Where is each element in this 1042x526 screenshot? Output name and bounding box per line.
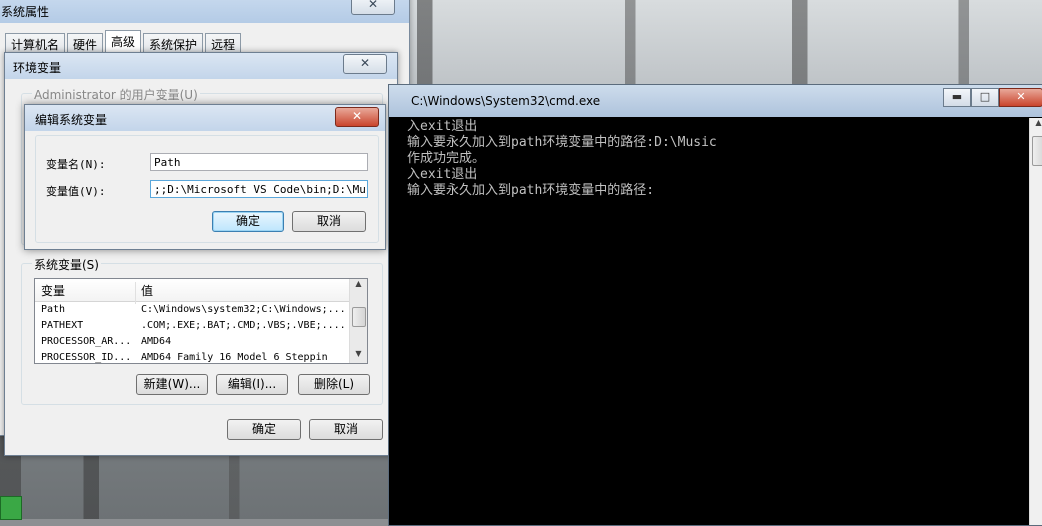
titlebar: 环境变量 ✕ — [5, 53, 397, 79]
titlebar: C:\Windows\System32\cmd.exe ▬ □ ✕ — [389, 85, 1042, 117]
desktop-shortcut-icon[interactable] — [0, 496, 22, 520]
system-variables-list[interactable]: 变量 值 Path C:\Windows\system32;C:\Windows… — [34, 278, 368, 364]
ok-button[interactable]: 确定 — [227, 419, 301, 440]
ok-button[interactable]: 确定 — [212, 211, 284, 232]
close-icon: ✕ — [367, 0, 379, 11]
edit-panel: 变量名(N): Path 变量值(V): ;;D:\Microsoft VS C… — [35, 135, 379, 243]
console-line: 输入要永久加入到path环境变量中的路径:D:\Music — [407, 135, 717, 150]
edit-button[interactable]: 编辑(I)... — [216, 374, 288, 395]
close-icon: ✕ — [351, 109, 363, 123]
titlebar: 系统属性 ✕ — [0, 0, 409, 23]
dialog-title: 编辑系统变量 — [35, 113, 108, 127]
console-line: 作成功完成。 — [407, 151, 486, 166]
table-row[interactable]: PROCESSOR_ID... AMD64 Family 16 Model 6 … — [35, 350, 367, 363]
delete-button[interactable]: 删除(L) — [298, 374, 370, 395]
variable-name-label: 变量名(N): — [46, 158, 106, 171]
variable-value-field[interactable]: ;;D:\Microsoft VS Code\bin;D:\Music — [150, 180, 368, 198]
row-name: PATHEXT — [41, 320, 84, 331]
edit-system-variable-dialog: 编辑系统变量 ✕ 变量名(N): Path 变量值(V): ;;D:\Micro… — [24, 104, 386, 250]
variable-name-field[interactable]: Path — [150, 153, 368, 171]
table-row[interactable]: PROCESSOR_AR... AMD64 — [35, 334, 367, 350]
row-value: .COM;.EXE;.BAT;.CMD;.VBS;.VBE;.... — [141, 320, 346, 331]
scroll-up-icon[interactable]: ▲ — [1030, 118, 1042, 132]
titlebar: 编辑系统变量 ✕ — [25, 105, 385, 131]
user-variables-label: Administrator 的用户变量(U) — [32, 86, 200, 103]
close-button[interactable]: ✕ — [999, 88, 1042, 107]
window-title: 系统属性 — [1, 5, 50, 19]
row-value: C:\Windows\system32;C:\Windows;... — [141, 304, 346, 315]
close-icon: ✕ — [359, 56, 371, 70]
table-row[interactable]: Path C:\Windows\system32;C:\Windows;... — [35, 302, 367, 318]
row-value: AMD64 Family 16 Model 6 Steppin — [141, 352, 328, 363]
system-variables-label: 系统变量(S) — [32, 256, 101, 273]
variable-value-label: 变量值(V): — [46, 185, 106, 198]
table-row[interactable]: PATHEXT .COM;.EXE;.BAT;.CMD;.VBS;.VBE;..… — [35, 318, 367, 334]
column-header-variable[interactable]: 变量 — [41, 282, 65, 299]
tab-remote[interactable]: 远程 — [205, 33, 242, 52]
column-separator — [135, 282, 136, 304]
row-name: PROCESSOR_ID... — [41, 352, 132, 363]
tab-computer-name[interactable]: 计算机名 — [5, 33, 66, 52]
scroll-thumb[interactable] — [352, 307, 366, 327]
tab-hardware[interactable]: 硬件 — [67, 33, 104, 52]
close-button[interactable]: ✕ — [335, 107, 379, 127]
dialog-title: 环境变量 — [13, 61, 62, 75]
scroll-thumb[interactable] — [1032, 136, 1042, 166]
row-name: PROCESSOR_AR... — [41, 336, 132, 347]
row-name: Path — [41, 304, 66, 315]
cancel-button[interactable]: 取消 — [309, 419, 383, 440]
tab-advanced[interactable]: 高级 — [105, 30, 142, 52]
console-line: 入exit退出 — [407, 167, 478, 182]
close-button[interactable]: ✕ — [343, 54, 387, 74]
window-title: C:\Windows\System32\cmd.exe — [411, 94, 601, 108]
close-button[interactable]: ✕ — [351, 0, 395, 15]
console-scrollbar[interactable]: ▲ — [1029, 118, 1042, 525]
maximize-button[interactable]: □ — [971, 88, 999, 107]
list-scrollbar[interactable]: ▲ ▼ — [349, 279, 367, 363]
close-icon: ✕ — [1016, 90, 1026, 103]
console-line: 输入要永久加入到path环境变量中的路径: — [407, 183, 655, 198]
cancel-button[interactable]: 取消 — [292, 211, 366, 232]
list-header: 变量 值 — [35, 279, 367, 304]
row-value: AMD64 — [141, 336, 172, 347]
scroll-down-icon[interactable]: ▼ — [350, 349, 367, 363]
minimize-button[interactable]: ▬ — [943, 88, 971, 107]
minimize-icon: ▬ — [951, 90, 963, 103]
column-header-value[interactable]: 值 — [141, 282, 153, 299]
cmd-window[interactable]: C:\Windows\System32\cmd.exe ▬ □ ✕ 入exit退… — [388, 84, 1042, 526]
new-button[interactable]: 新建(W)... — [136, 374, 208, 395]
scroll-up-icon[interactable]: ▲ — [350, 279, 367, 293]
window-controls: ▬ □ ✕ — [943, 88, 1042, 107]
system-variables-group: 系统变量(S) 变量 值 Path C:\Windows\system32;C:… — [21, 256, 383, 405]
console-line: 入exit退出 — [407, 119, 478, 134]
console-output[interactable]: 入exit退出 输入要永久加入到path环境变量中的路径:D:\Music 作成… — [407, 118, 1030, 525]
tab-system-protection[interactable]: 系统保护 — [143, 33, 204, 52]
maximize-icon: □ — [979, 90, 991, 103]
